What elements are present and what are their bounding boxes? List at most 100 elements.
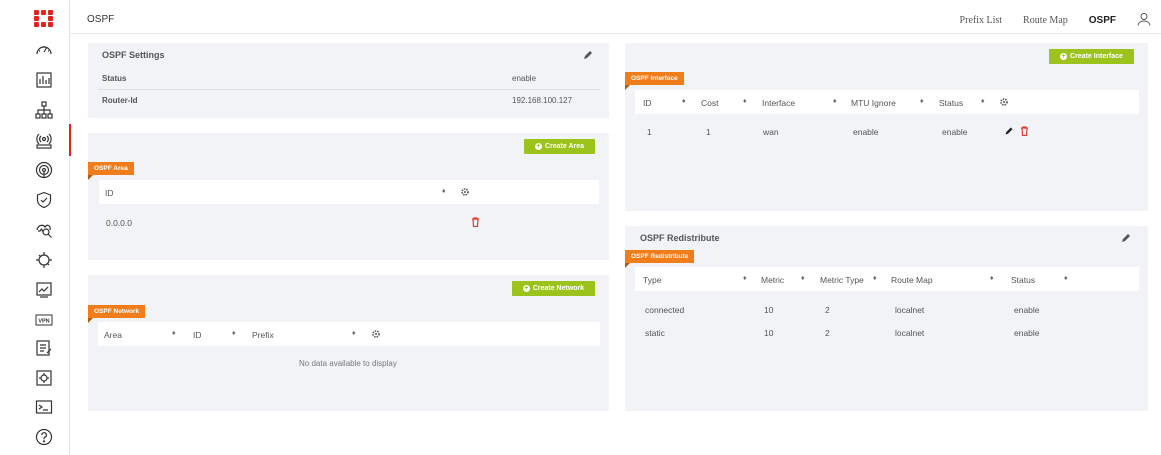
settings-icon[interactable] (30, 365, 58, 391)
sort-icon[interactable]: ♦ (682, 98, 686, 105)
ospf-area-panel: + Create Area OSPF Area ID ♦ 0.0.0.0 (88, 133, 609, 260)
sort-icon[interactable]: ♦ (172, 330, 176, 337)
app-root: VPN OSPF Prefix List Route Map OSPF OSPF… (0, 0, 1161, 455)
gear-icon[interactable] (460, 187, 470, 197)
col-type[interactable]: Type (643, 275, 661, 285)
nav-prefix-list[interactable]: Prefix List (960, 15, 1003, 26)
col-status[interactable]: Status (1011, 275, 1035, 285)
sort-icon[interactable]: ♦ (873, 275, 877, 282)
ospf-interface-tag: OSPF Interface (625, 72, 684, 90)
interface-cost-cell: 1 (706, 127, 711, 137)
plus-icon: + (522, 285, 530, 292)
network-table-header: Area ♦ ID ♦ Prefix ♦ (98, 322, 600, 346)
sort-icon[interactable]: ♦ (442, 188, 446, 195)
router-id-value: 192.168.100.127 (512, 96, 573, 105)
create-network-button[interactable]: + Create Network (512, 281, 595, 296)
redistribute-metric-cell: 10 (764, 305, 774, 315)
ospf-settings-panel: OSPF Settings Status enable Router-Id 19… (88, 43, 609, 118)
redistribute-type-cell: static (645, 328, 665, 338)
col-metric[interactable]: Metric (761, 275, 784, 285)
interface-table-header: ID ♦ Cost ♦ Interface ♦ MTU Ignore ♦ Sta… (635, 90, 1139, 114)
col-route-map[interactable]: Route Map (891, 275, 933, 285)
create-interface-button[interactable]: + Create Interface (1049, 49, 1134, 64)
page-title: OSPF (87, 14, 115, 25)
col-mtu-ignore[interactable]: MTU Ignore (851, 98, 896, 108)
vpn-icon[interactable]: VPN (30, 307, 58, 333)
col-id[interactable]: ID (193, 330, 202, 340)
col-prefix[interactable]: Prefix (252, 330, 274, 340)
ospf-settings-title: OSPF Settings (102, 50, 165, 60)
nav-ospf[interactable]: OSPF (1089, 15, 1116, 26)
col-id[interactable]: ID (105, 188, 114, 198)
vpn-label: VPN (38, 319, 49, 325)
empty-state-text: No data available to display (299, 359, 397, 368)
sort-icon[interactable]: ♦ (981, 98, 985, 105)
redistribute-table-header: Type ♦ Metric ♦ Metric Type ♦ Route Map … (635, 267, 1139, 291)
col-area[interactable]: Area (104, 330, 122, 340)
area-table-header: ID ♦ (99, 180, 599, 204)
delete-icon[interactable] (1020, 126, 1029, 136)
sort-icon[interactable]: ♦ (352, 330, 356, 337)
edit-icon[interactable] (582, 49, 594, 61)
redistribute-status-cell: enable (1014, 328, 1040, 338)
help-icon[interactable] (30, 424, 58, 450)
status-value: enable (512, 74, 537, 83)
gear-icon[interactable] (999, 97, 1009, 107)
graph-icon[interactable] (30, 277, 58, 303)
cloud-icon[interactable] (30, 247, 58, 273)
wireless-icon[interactable] (30, 157, 58, 183)
network-icon[interactable] (30, 97, 58, 123)
plus-icon: + (1060, 53, 1068, 60)
sort-icon[interactable]: ♦ (1064, 275, 1068, 282)
monitor-icon[interactable] (30, 217, 58, 243)
router-id-label: Router-Id (102, 96, 138, 105)
gear-icon[interactable] (371, 329, 381, 339)
sort-icon[interactable]: ♦ (801, 275, 805, 282)
delete-icon[interactable] (471, 217, 480, 227)
ospf-network-panel: + Create Network OSPF Network Area ♦ ID ♦… (88, 275, 609, 411)
chart-icon[interactable] (30, 67, 58, 93)
sort-icon[interactable]: ♦ (743, 98, 747, 105)
col-status[interactable]: Status (939, 98, 963, 108)
sort-icon[interactable]: ♦ (743, 275, 747, 282)
redistribute-metric-cell: 10 (764, 328, 774, 338)
col-interface[interactable]: Interface (762, 98, 795, 108)
interface-status-cell: enable (942, 127, 968, 137)
sort-icon[interactable]: ♦ (232, 330, 236, 337)
ospf-network-tag: OSPF Network (88, 305, 146, 323)
create-area-button[interactable]: + Create Area (524, 139, 595, 154)
shield-icon[interactable] (30, 187, 58, 213)
nav-route-map[interactable]: Route Map (1023, 15, 1068, 26)
plus-icon: + (534, 143, 542, 150)
divider (98, 89, 600, 90)
sort-icon[interactable]: ♦ (990, 275, 994, 282)
terminal-icon[interactable] (30, 394, 58, 420)
ospf-redistribute-tag: OSPF Redistribute (625, 250, 695, 268)
col-cost[interactable]: Cost (701, 98, 718, 108)
fortinet-logo[interactable] (34, 10, 54, 28)
col-id[interactable]: ID (643, 98, 652, 108)
sidebar: VPN (0, 0, 71, 455)
edit-icon[interactable] (1004, 126, 1014, 136)
interface-mtu-cell: enable (853, 127, 879, 137)
redistribute-route-map-cell: localnet (895, 328, 925, 338)
redistribute-route-map-cell: localnet (895, 305, 925, 315)
user-icon[interactable] (1137, 12, 1151, 29)
ospf-interface-panel: + Create Interface OSPF Interface ID ♦ Co… (625, 43, 1148, 211)
col-metric-type[interactable]: Metric Type (820, 275, 864, 285)
redistribute-metric-type-cell: 2 (825, 328, 830, 338)
redistribute-status-cell: enable (1014, 305, 1040, 315)
interface-name-cell: wan (763, 127, 779, 137)
edit-icon[interactable] (1120, 232, 1132, 244)
dashboard-icon[interactable] (30, 37, 58, 63)
redistribute-metric-type-cell: 2 (825, 305, 830, 315)
redistribute-type-cell: connected (645, 305, 685, 315)
interface-id-cell: 1 (647, 127, 652, 137)
log-icon[interactable] (30, 335, 58, 361)
ospf-redistribute-panel: OSPF Redistribute OSPF Redistribute Type… (625, 226, 1148, 411)
routing-icon[interactable] (30, 124, 71, 156)
sort-icon[interactable]: ♦ (833, 98, 837, 105)
status-label: Status (102, 74, 127, 83)
sort-icon[interactable]: ♦ (920, 98, 924, 105)
ospf-redistribute-title: OSPF Redistribute (640, 233, 720, 243)
